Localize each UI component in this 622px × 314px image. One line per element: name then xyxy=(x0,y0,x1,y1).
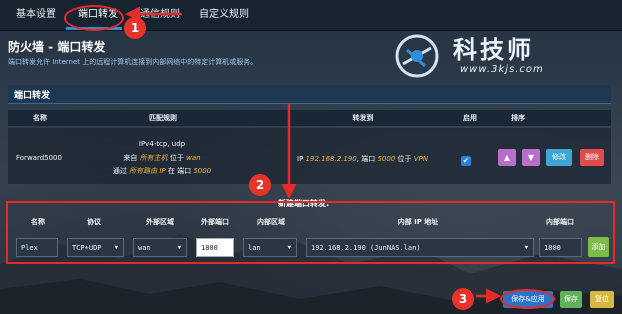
enabled-checkbox[interactable]: ✔ xyxy=(461,156,471,166)
tab-traffic-rules[interactable]: 通信规则 xyxy=(140,6,180,24)
rule-protocol: IPv4-tcp, udp xyxy=(138,140,186,148)
page-description: 端口转发允许 Internet 上的远程计算机连接到内部网络中的特定计算机或服务… xyxy=(8,58,258,66)
move-up-button[interactable]: ▲ xyxy=(498,149,516,166)
rule-via-prefix: 通过 xyxy=(112,167,127,175)
rule-via-port: 5000 xyxy=(193,167,212,175)
col-name: 名称 xyxy=(33,114,47,122)
page-title: 防火墙 - 端口转发 xyxy=(8,40,106,54)
move-down-button[interactable]: ▼ xyxy=(522,149,540,166)
rule-via-ip: 所有路由 IP xyxy=(129,167,166,175)
rule-source-mid: 位于 xyxy=(169,154,184,162)
annotation-box-new-rule xyxy=(6,201,615,264)
annotation-number-3: 3 xyxy=(452,288,474,310)
fwd-mid: , 端口 xyxy=(356,155,376,163)
rule-forward-target: IP 192.168.2.190, 端口 5000 位于 VPN xyxy=(297,154,428,164)
annotation-number-1: 1 xyxy=(124,17,146,39)
fwd-mid2: 位于 xyxy=(397,155,412,163)
annotation-number-2: 2 xyxy=(249,174,271,196)
col-enabled: 启用 xyxy=(463,114,477,122)
section-title: 端口转发 xyxy=(14,91,51,101)
annotation-oval-save xyxy=(500,289,555,309)
delete-button[interactable]: 删除 xyxy=(580,149,604,166)
rule-via: 通过 所有路由 IP 在 端口 5000 xyxy=(113,166,211,176)
section-header: 端口转发 xyxy=(8,85,611,104)
table-header: 名称 匹配规则 转发到 启用 排序 xyxy=(8,110,611,126)
annotation-oval-tab xyxy=(64,5,124,31)
fwd-zone: VPN xyxy=(413,155,428,163)
reset-button[interactable]: 复位 xyxy=(590,291,614,308)
watermark-url: www.3kjs.com xyxy=(460,64,544,75)
rule-source-zone: wan xyxy=(186,154,201,162)
rule-source-prefix: 来自 xyxy=(123,154,138,162)
watermark-name: 科技师 xyxy=(453,36,534,64)
save-button[interactable]: 保存 xyxy=(560,291,582,308)
rule-name: Forward5000 xyxy=(16,154,62,162)
col-forward-to: 转发到 xyxy=(352,114,374,122)
col-match-rule: 匹配规则 xyxy=(149,114,177,122)
fwd-port: 5000 xyxy=(377,155,396,163)
col-order: 排序 xyxy=(511,114,525,122)
fwd-ip: 192.168.2.190 xyxy=(305,155,357,163)
rule-source-hosts: 所有主机 xyxy=(139,154,168,162)
rule-via-mid: 在 端口 xyxy=(167,167,192,175)
tab-basic-settings[interactable]: 基本设置 xyxy=(16,6,56,24)
edit-button[interactable]: 修改 xyxy=(546,149,572,166)
rule-source: 来自 所有主机 位于 wan xyxy=(123,153,200,163)
tab-custom-rules[interactable]: 自定义规则 xyxy=(199,6,249,24)
fwd-prefix: IP xyxy=(297,155,304,163)
